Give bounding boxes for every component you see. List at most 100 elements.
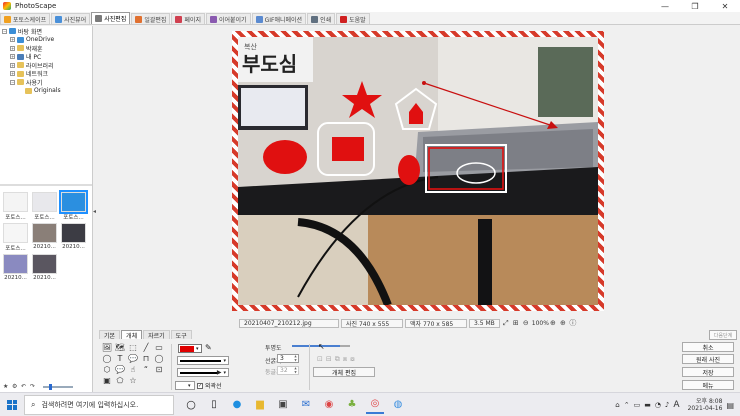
thumbnail[interactable]: 20210... (61, 223, 86, 252)
chrome-icon[interactable]: ◉ (320, 396, 338, 414)
fit-window-icon[interactable]: ⤢ (502, 319, 510, 327)
minimize-button[interactable]: — (650, 0, 680, 12)
collapse-icon[interactable]: − (10, 79, 15, 85)
object-tool-icon[interactable] (153, 375, 165, 386)
zoom-out-icon[interactable]: ⊖ (522, 319, 530, 327)
bring-front-icon[interactable]: ⊡ (317, 355, 323, 364)
browser-icon[interactable]: ◍ (389, 396, 407, 414)
expand-icon[interactable]: + (10, 37, 15, 43)
object-tool-icon[interactable]: ⊡ (153, 364, 165, 375)
subtab-3[interactable]: 도구 (170, 330, 192, 340)
object-tool-icon[interactable]: 💬 (114, 364, 126, 375)
object-tool-icon[interactable]: ⬡ (101, 364, 113, 375)
red-rectangle-shape[interactable] (332, 137, 364, 161)
start-button[interactable] (0, 393, 24, 416)
task-view-icon[interactable]: ▯ (205, 396, 223, 414)
object-tool-icon[interactable]: “ (140, 364, 152, 375)
object-tool-icon[interactable]: ☆ (127, 375, 139, 386)
object-tool-icon[interactable]: ⬚ (127, 342, 139, 353)
subtab-0[interactable]: 기본 (99, 330, 121, 340)
object-tool-icon[interactable]: ◯ (153, 353, 165, 364)
tab-0[interactable]: 포토스케이프 (0, 13, 51, 24)
tree-item[interactable]: − 사용기 (2, 78, 90, 87)
wifi-icon[interactable]: ◔ (655, 401, 661, 409)
close-button[interactable]: ✕ (710, 0, 740, 12)
tree-item[interactable]: + 네트워크 (2, 70, 90, 78)
thumbnail-size-slider[interactable] (43, 384, 73, 390)
volume-icon[interactable]: ♪ (665, 401, 669, 409)
app-icon[interactable]: ♣ (343, 396, 361, 414)
original-photo-button[interactable]: 원래 사진 (682, 354, 734, 364)
object-tool-icon[interactable]: 🖼 (101, 342, 113, 353)
tree-item[interactable]: + OneDrive (2, 36, 90, 45)
object-tool-icon[interactable]: ⊓ (140, 353, 152, 364)
battery-icon[interactable]: ▬ (644, 401, 651, 409)
expand-icon[interactable]: + (10, 45, 15, 51)
spinner-arrows-icon[interactable]: ▲ ▼ (293, 354, 298, 362)
save-button[interactable]: 저장 (682, 367, 734, 377)
edited-photo[interactable]: 복산 부도심 (238, 37, 598, 305)
zoom-in-icon[interactable]: ⊕ (549, 319, 557, 327)
tab-2[interactable]: 사진편집 (91, 12, 131, 24)
tab-1[interactable]: 사진뷰어 (51, 13, 91, 24)
color-picker-button[interactable]: ▾ (178, 344, 202, 353)
tree-item[interactable]: + 내 PC (2, 53, 90, 61)
arrow-style-select[interactable]: ▶ ▾ (177, 368, 229, 377)
ungroup-icon[interactable]: ⧈ (343, 355, 347, 364)
tab-7[interactable]: 인쇄 (307, 13, 336, 24)
thumbnail[interactable]: 20210... (3, 254, 28, 281)
taskbar-search-input[interactable]: ⌕ 검색하려면 여기에 입력하십시오. (24, 394, 174, 415)
zoom-fit-icon[interactable]: ⊕ (559, 319, 567, 327)
subtab-1[interactable]: 개체 (121, 330, 143, 340)
thumbnail[interactable]: 포토스... (32, 192, 57, 221)
network-icon[interactable]: ▭ (634, 401, 641, 409)
tab-4[interactable]: 페이지 (171, 13, 205, 24)
object-tool-icon[interactable] (140, 375, 152, 386)
thumbnail[interactable]: 포토스... (59, 190, 88, 221)
outline-style-select[interactable]: ▾ (175, 381, 195, 390)
tab-5[interactable]: 이어붙이기 (205, 13, 251, 24)
thumbnail[interactable]: 20210... (32, 223, 57, 252)
expand-icon[interactable]: + (10, 54, 15, 60)
actual-size-icon[interactable]: ⊞ (512, 319, 520, 327)
photoscape-taskbar-icon[interactable]: ◎ (366, 396, 384, 414)
people-icon[interactable]: ⌂ (615, 401, 619, 409)
thumbnail[interactable]: 포토스... (3, 223, 28, 252)
tree-item[interactable]: − 바탕 화면 (2, 27, 90, 36)
red-small-ellipse-shape[interactable] (398, 155, 420, 185)
maximize-button[interactable]: ❐ (680, 0, 710, 12)
thumbnail[interactable]: 포토스... (3, 192, 28, 221)
tree-item[interactable]: Originals (2, 87, 90, 96)
object-tool-icon[interactable]: ◯ (101, 353, 113, 364)
settings-icon[interactable]: ⚙ (12, 384, 18, 390)
expand-icon[interactable]: + (10, 62, 15, 68)
menu-button[interactable]: 메뉴 (682, 380, 734, 390)
cortana-icon[interactable]: ○ (182, 396, 200, 414)
object-tool-icon[interactable]: 💬 (127, 353, 139, 364)
notification-icon[interactable]: ▤ (726, 401, 734, 410)
select-cursor-icon[interactable]: ↖ (318, 342, 325, 351)
object-tool-icon[interactable]: T (114, 353, 126, 364)
panel-splitter[interactable] (0, 184, 92, 186)
round-spinner[interactable]: 32 ▲ ▼ (277, 366, 299, 375)
eyedropper-icon[interactable]: ✎ (205, 343, 212, 352)
object-tool-icon[interactable]: ☝ (127, 364, 139, 375)
line-width-spinner[interactable]: 3 ▲ ▼ (277, 354, 299, 363)
align-icon[interactable]: ⧇ (350, 355, 354, 364)
tab-6[interactable]: GIF애니메이션 (251, 13, 307, 24)
tab-3[interactable]: 일괄편집 (131, 13, 171, 24)
info-icon[interactable]: ⓘ (569, 319, 577, 327)
redo-button[interactable]: 다음단계 (709, 330, 737, 340)
group-icon[interactable]: ⧉ (335, 355, 340, 364)
object-edit-button[interactable]: 개체 편집 (313, 367, 375, 377)
object-tool-icon[interactable]: 🗺 (114, 342, 126, 353)
back-icon[interactable]: ↶ (21, 384, 27, 390)
chevron-up-icon[interactable]: ⌃ (624, 401, 630, 409)
store-icon[interactable]: ▣ (274, 396, 292, 414)
object-tool-icon[interactable]: ╱ (140, 342, 152, 353)
thumbnail[interactable]: 20210... (32, 254, 57, 281)
object-tool-icon[interactable]: ⬠ (114, 375, 126, 386)
tab-8[interactable]: 도움말 (336, 13, 370, 24)
line-style-select[interactable]: ▾ (177, 356, 229, 365)
expand-icon[interactable]: + (10, 71, 15, 77)
